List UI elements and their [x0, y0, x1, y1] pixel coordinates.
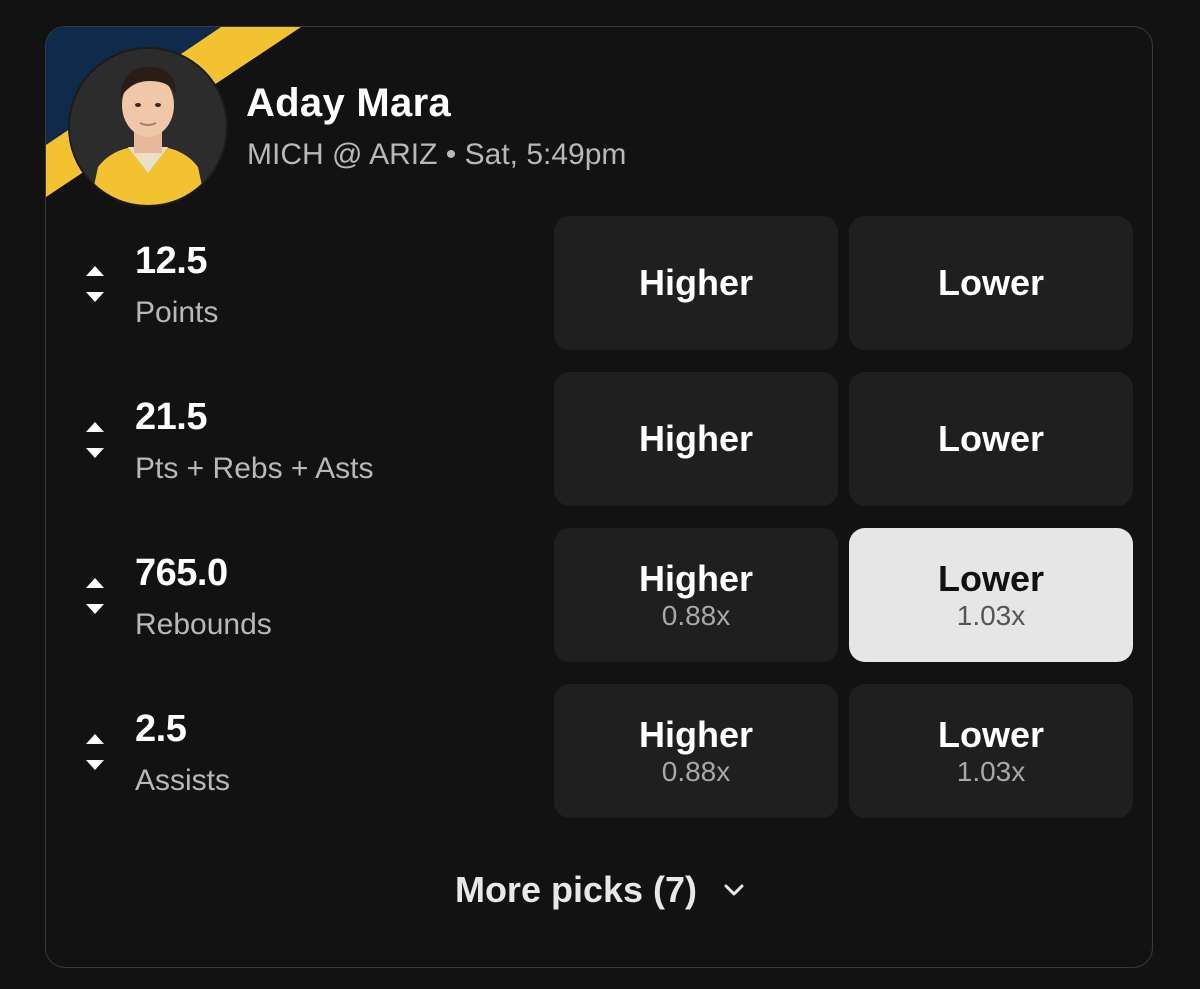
player-card: Aday Mara MICH @ ARIZ • Sat, 5:49pm 12.5…: [45, 26, 1153, 968]
higher-button[interactable]: Higher: [554, 216, 838, 350]
higher-button[interactable]: Higher 0.88x: [554, 528, 838, 662]
lower-multiplier: 1.03x: [956, 599, 1026, 631]
chevron-down-icon: [724, 884, 744, 896]
sort-arrows-icon[interactable]: [84, 732, 106, 772]
sort-arrows-icon[interactable]: [84, 420, 106, 460]
higher-button[interactable]: Higher: [554, 372, 838, 506]
lower-button-selected[interactable]: Lower 1.03x: [849, 528, 1133, 662]
lower-label: Lower: [937, 714, 1044, 756]
stat-type: Pts + Rebs + Asts: [135, 452, 374, 485]
lower-label: Lower: [937, 262, 1044, 304]
lower-button[interactable]: Lower: [849, 372, 1133, 506]
lower-label: Lower: [937, 418, 1044, 460]
more-picks-label: More picks (7): [454, 869, 698, 910]
higher-multiplier: 0.88x: [661, 599, 731, 631]
player-name: Aday Mara: [246, 81, 452, 125]
lower-button[interactable]: Lower: [849, 216, 1133, 350]
higher-label: Higher: [638, 262, 753, 304]
sort-arrows-icon[interactable]: [84, 576, 106, 616]
pick-row: 765.0 Rebounds Higher 0.88x Lower 1.03x: [46, 528, 1152, 662]
lower-label: Lower: [937, 558, 1044, 600]
player-avatar: [68, 47, 228, 207]
projection-line: 765.0: [135, 552, 228, 594]
player-headshot-icon: [70, 49, 226, 205]
stat-type: Assists: [135, 764, 231, 797]
pick-row: 12.5 Points Higher Lower: [46, 216, 1152, 350]
higher-multiplier: 0.88x: [661, 755, 731, 787]
projection-line: 21.5: [135, 396, 207, 438]
sort-arrows-icon[interactable]: [84, 264, 106, 304]
stat-type: Rebounds: [135, 608, 272, 641]
projection-line: 12.5: [135, 240, 207, 282]
higher-label: Higher: [638, 714, 753, 756]
more-picks-button[interactable]: More picks (7): [46, 869, 1152, 911]
lower-multiplier: 1.03x: [956, 755, 1026, 787]
stat-type: Points: [135, 296, 219, 329]
higher-label: Higher: [638, 418, 753, 460]
higher-button[interactable]: Higher 0.88x: [554, 684, 838, 818]
higher-label: Higher: [638, 558, 753, 600]
game-matchup: MICH @ ARIZ • Sat, 5:49pm: [247, 138, 627, 171]
projection-line: 2.5: [135, 708, 187, 750]
pick-row: 2.5 Assists Higher 0.88x Lower 1.03x: [46, 684, 1152, 818]
lower-button[interactable]: Lower 1.03x: [849, 684, 1133, 818]
pick-row: 21.5 Pts + Rebs + Asts Higher Lower: [46, 372, 1152, 506]
